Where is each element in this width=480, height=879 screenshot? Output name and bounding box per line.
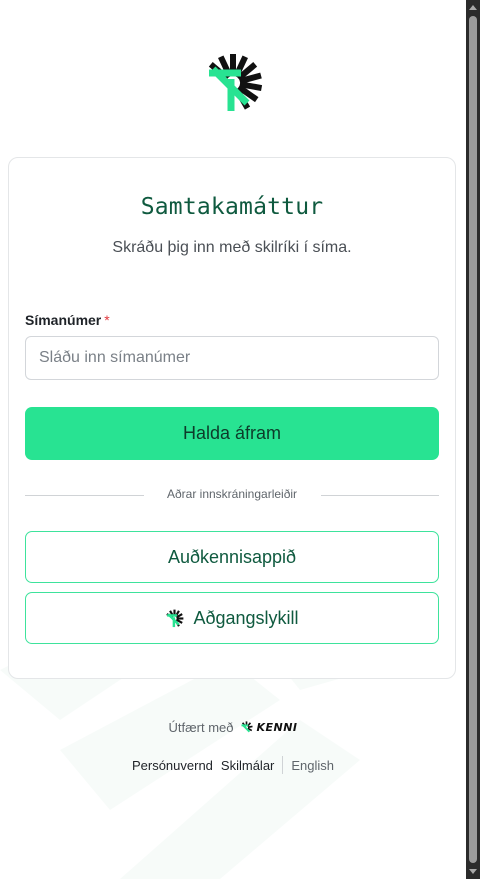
powered-by: Útfært með KENNI xyxy=(0,720,466,735)
scroll-down-arrow-icon[interactable] xyxy=(469,869,477,874)
phone-number-input[interactable] xyxy=(25,336,439,380)
passkey-button-label: Aðgangslykill xyxy=(193,607,299,628)
language-switch-link[interactable]: English xyxy=(287,758,338,773)
divider-label: Aðrar innskráningarleiðir xyxy=(166,487,298,501)
footer-separator xyxy=(282,756,284,774)
kenni-burst-icon xyxy=(166,609,184,627)
vertical-scrollbar[interactable] xyxy=(466,0,480,879)
powered-by-text: Útfært með xyxy=(168,720,234,735)
page-title: Samtakamáttur xyxy=(140,194,324,220)
footer-links: Persónuvernd Skilmálar English xyxy=(0,756,466,774)
auth-app-button[interactable]: Auðkennisappið xyxy=(25,531,439,583)
scroll-up-arrow-icon[interactable] xyxy=(469,5,477,10)
page-subtitle: Skráðu þig inn með skilríki í síma. xyxy=(112,239,352,256)
terms-link[interactable]: Skilmálar xyxy=(217,758,278,773)
privacy-link[interactable]: Persónuvernd xyxy=(128,758,217,773)
passkey-button[interactable]: Aðgangslykill xyxy=(25,592,439,644)
login-card: Samtakamáttur Skráðu þig inn með skilrík… xyxy=(8,157,456,679)
auth-app-button-label: Auðkennisappið xyxy=(167,546,297,567)
required-marker: * xyxy=(104,312,110,328)
alt-login-divider: Aðrar innskráningarleiðir xyxy=(25,486,439,504)
kenni-small-icon xyxy=(241,721,254,733)
continue-button[interactable]: Halda áfram xyxy=(25,407,439,460)
login-page: Samtakamáttur Skráðu þig inn með skilrík… xyxy=(0,0,480,879)
phone-field-label: Símanúmer * xyxy=(25,312,110,328)
kenni-brand-text: KENNI xyxy=(256,721,298,734)
kenni-burst-logo-icon xyxy=(208,54,263,111)
phone-field-label-text: Símanúmer xyxy=(25,312,102,328)
divider-line-right xyxy=(321,495,439,496)
scrollbar-thumb[interactable] xyxy=(469,16,477,863)
kenni-wordmark: KENNI xyxy=(240,721,297,734)
